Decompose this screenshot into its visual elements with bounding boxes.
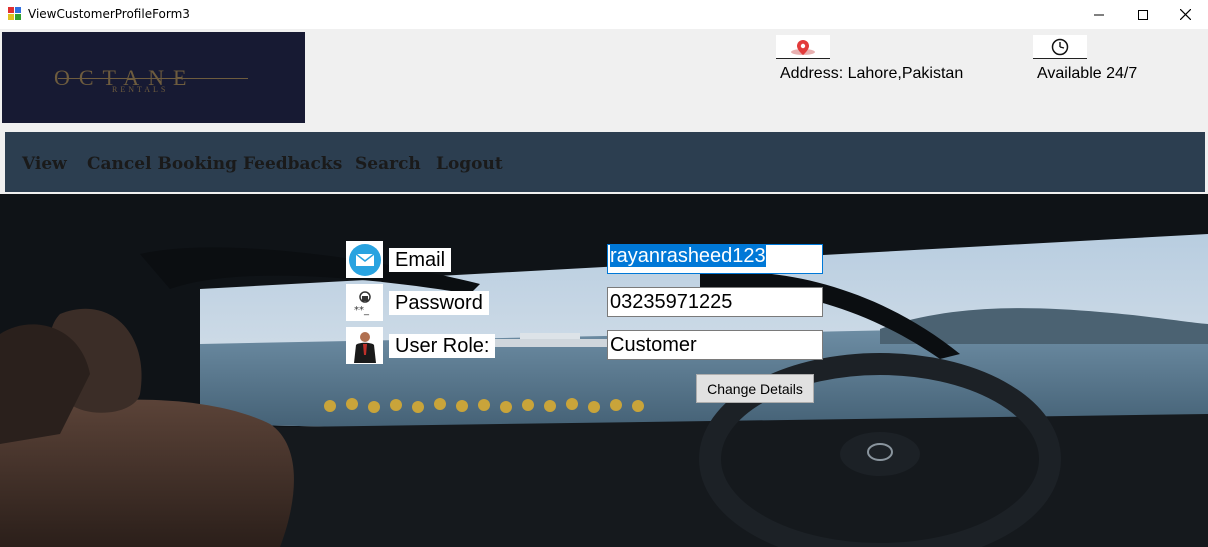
svg-text:**_: **_ xyxy=(354,305,370,316)
logo-sub: RENTALS xyxy=(112,85,169,94)
minimize-button[interactable] xyxy=(1076,0,1122,29)
clock-icon xyxy=(1033,35,1087,59)
user-role-label: User Role: xyxy=(389,334,496,358)
menu-item-cancel-booking[interactable]: Cancel Booking xyxy=(87,154,237,174)
location-pin-icon xyxy=(776,35,830,59)
email-envelope-icon xyxy=(346,241,383,278)
maximize-button[interactable] xyxy=(1120,0,1166,29)
password-lock-icon: **_ xyxy=(346,284,383,321)
close-icon xyxy=(1179,9,1191,20)
change-details-button[interactable]: Change Details xyxy=(696,374,814,403)
email-label: Email xyxy=(389,248,452,272)
header: OCTANE RENTALS Address: Lahore,Pakistan … xyxy=(0,29,1208,130)
menu-item-logout[interactable]: Logout xyxy=(436,154,503,174)
password-label: Password xyxy=(389,291,489,315)
address-label: Address: Lahore,Pakistan xyxy=(780,65,964,82)
close-button[interactable] xyxy=(1162,0,1208,29)
maximize-icon xyxy=(1138,9,1148,20)
user-role-person-icon xyxy=(346,327,383,364)
user-role-field[interactable]: Customer xyxy=(607,330,823,360)
minimize-icon xyxy=(1094,14,1104,15)
menu-item-search[interactable]: Search xyxy=(355,154,421,174)
window-titlebar: ViewCustomerProfileForm3 xyxy=(0,0,1208,29)
window-title: ViewCustomerProfileForm3 xyxy=(28,7,190,21)
email-field-value: rayanrasheed123 xyxy=(610,245,766,267)
app-icon xyxy=(8,7,21,20)
background-image xyxy=(0,194,1208,547)
menu-item-feedbacks[interactable]: Feedbacks xyxy=(243,154,342,174)
availability-label: Available 24/7 xyxy=(1037,65,1138,82)
car-interior-illustration xyxy=(0,194,1208,547)
menu-item-view[interactable]: View xyxy=(22,154,67,174)
menu-bar: View Cancel Booking Feedbacks Search Log… xyxy=(5,132,1205,192)
password-field[interactable]: 03235971225 xyxy=(607,287,823,317)
email-field[interactable]: rayanrasheed123 xyxy=(607,244,823,274)
logo: OCTANE RENTALS xyxy=(2,32,305,123)
